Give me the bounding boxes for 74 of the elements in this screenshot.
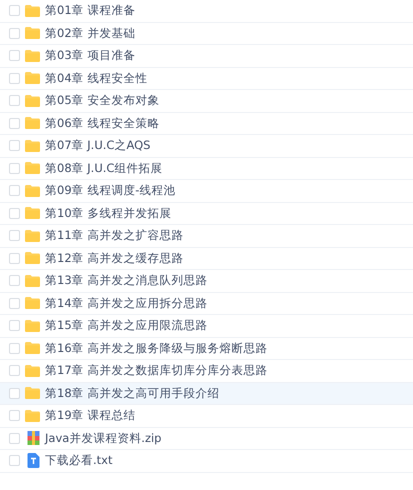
checkbox[interactable] xyxy=(9,320,20,332)
folder-icon xyxy=(25,94,40,107)
file-name: 第17章 高并发之数据库切库分库分表思路 xyxy=(45,363,268,378)
file-row[interactable]: 下载必看.txt xyxy=(0,450,413,472)
checkbox[interactable] xyxy=(9,95,20,106)
folder-icon xyxy=(25,50,40,62)
file-name: 第11章 高并发之扩容思路 xyxy=(45,228,184,244)
file-name: 第07章 J.U.C之AQS xyxy=(45,138,150,154)
checkbox[interactable] xyxy=(9,230,20,242)
folder-icon xyxy=(25,252,40,264)
checkbox[interactable] xyxy=(9,275,20,286)
checkbox[interactable] xyxy=(9,252,20,264)
file-name: 第19章 课程总结 xyxy=(45,408,136,424)
folder-icon xyxy=(25,184,40,197)
folder-icon xyxy=(25,207,40,220)
folder-icon xyxy=(25,140,40,152)
file-name: 第02章 并发基础 xyxy=(45,26,136,41)
checkbox[interactable] xyxy=(9,5,20,16)
file-name: 第09章 线程调度-线程池 xyxy=(45,183,176,198)
checkbox[interactable] xyxy=(9,432,20,444)
checkbox[interactable] xyxy=(9,455,20,466)
file-name: 第18章 高并发之高可用手段介绍 xyxy=(45,386,220,401)
folder-icon xyxy=(25,72,40,84)
file-name: 第08章 J.U.C组件拓展 xyxy=(45,160,162,176)
folder-icon xyxy=(25,27,40,40)
file-row[interactable]: 第04章 线程安全性 xyxy=(0,68,413,90)
file-row[interactable]: Java并发课程资料.zip xyxy=(0,428,413,450)
checkbox[interactable] xyxy=(9,365,20,376)
file-row[interactable]: 第18章 高并发之高可用手段介绍 xyxy=(0,382,413,405)
folder-icon xyxy=(25,342,40,354)
file-name: 第03章 项目准备 xyxy=(45,48,136,64)
checkbox[interactable] xyxy=(9,388,20,399)
folder-icon xyxy=(25,297,40,310)
file-row[interactable]: 第06章 线程安全策略 xyxy=(0,112,413,135)
folder-icon xyxy=(25,4,40,17)
file-name: 第04章 线程安全性 xyxy=(45,70,148,86)
checkbox[interactable] xyxy=(9,410,20,422)
file-row[interactable]: 第08章 J.U.C组件拓展 xyxy=(0,158,413,180)
checkbox[interactable] xyxy=(9,185,20,196)
file-name: 下载必看.txt xyxy=(45,453,112,468)
file-name: 第15章 高并发之应用限流思路 xyxy=(45,318,208,334)
file-row[interactable]: 第16章 高并发之服务降级与服务熔断思路 xyxy=(0,338,413,360)
checkbox[interactable] xyxy=(9,208,20,219)
checkbox[interactable] xyxy=(9,162,20,174)
folder-icon xyxy=(25,364,40,377)
checkbox[interactable] xyxy=(9,298,20,309)
file-name: 第16章 高并发之服务降级与服务熔断思路 xyxy=(45,340,268,356)
folder-icon xyxy=(25,410,40,422)
checkbox[interactable] xyxy=(9,50,20,62)
folder-icon xyxy=(25,162,40,174)
file-row[interactable]: 第14章 高并发之应用拆分思路 xyxy=(0,292,413,315)
checkbox[interactable] xyxy=(9,140,20,152)
checkbox[interactable] xyxy=(9,342,20,354)
file-name: 第01章 课程准备 xyxy=(45,3,136,18)
file-name: 第06章 线程安全策略 xyxy=(45,116,160,131)
file-name: 第13章 高并发之消息队列思路 xyxy=(45,273,208,288)
file-name: 第10章 多线程并发拓展 xyxy=(45,206,172,221)
file-name: 第12章 高并发之缓存思路 xyxy=(45,250,184,266)
file-name: Java并发课程资料.zip xyxy=(45,430,162,446)
folder-icon xyxy=(25,387,40,400)
file-row[interactable]: 第02章 并发基础 xyxy=(0,22,413,45)
archive-icon xyxy=(26,431,41,446)
folder-icon xyxy=(25,274,40,287)
checkbox[interactable] xyxy=(9,28,20,39)
folder-icon xyxy=(25,117,40,130)
folder-icon xyxy=(25,230,40,242)
file-name: 第14章 高并发之应用拆分思路 xyxy=(45,296,208,311)
folder-icon xyxy=(25,320,40,332)
text-file-icon xyxy=(26,453,41,468)
checkbox[interactable] xyxy=(9,118,20,129)
file-row[interactable]: 第12章 高并发之缓存思路 xyxy=(0,248,413,270)
checkbox[interactable] xyxy=(9,72,20,84)
file-row[interactable]: 第10章 多线程并发拓展 xyxy=(0,202,413,225)
file-name: 第05章 安全发布对象 xyxy=(45,93,160,108)
